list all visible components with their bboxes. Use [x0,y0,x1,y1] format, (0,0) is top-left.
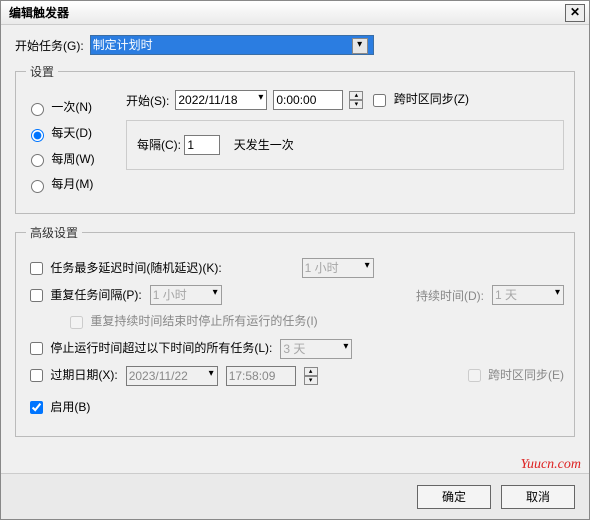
start-date-input[interactable] [175,90,267,110]
expire-time-input[interactable] [226,366,296,386]
stop-at-end-checkbox: 重复持续时间结束时停止所有运行的任务(I) [66,312,318,331]
expire-tz-checkbox: 跨时区同步(E) [464,366,564,385]
begin-task-label: 开始任务(G): [15,37,84,54]
start-label: 开始(S): [126,92,169,109]
settings-group: 设置 一次(N) 每天(D) 每周(W) 每月(M) 开始(S): ▴▾ 跨时区… [15,63,575,214]
ok-button[interactable]: 确定 [417,485,491,509]
repeat-checkbox[interactable]: 重复任务间隔(P): [26,286,142,305]
repeat-select[interactable]: 1 小时 [150,285,222,305]
settings-legend: 设置 [26,63,58,80]
delay-select[interactable]: 1 小时 [302,258,374,278]
stop-long-select[interactable]: 3 天 [280,339,352,359]
close-button[interactable]: ✕ [565,4,585,22]
duration-label: 持续时间(D): [416,287,484,304]
time-spinner[interactable]: ▴▾ [349,91,363,109]
dialog-window: 编辑触发器 ✕ 开始任务(G): 制定计划时 设置 一次(N) 每天(D) 每周… [0,0,590,520]
window-title: 编辑触发器 [5,4,565,21]
recur-label: 每隔(C): [137,138,181,152]
stop-long-checkbox[interactable]: 停止运行时间超过以下时间的所有任务(L): [26,339,272,358]
advanced-group: 高级设置 任务最多延迟时间(随机延迟)(K): 1 小时 重复任务间隔(P): … [15,224,575,437]
recur-box: 每隔(C): 天发生一次 [126,120,564,170]
recur-value-input[interactable] [184,135,220,155]
start-time-input[interactable] [273,90,343,110]
advanced-legend: 高级设置 [26,224,82,241]
enabled-checkbox[interactable]: 启用(B) [26,398,90,417]
radio-once[interactable]: 一次(N) [26,98,114,116]
expire-spinner[interactable]: ▴▾ [304,367,318,385]
radio-daily[interactable]: 每天(D) [26,124,114,142]
duration-select[interactable]: 1 天 [492,285,564,305]
radio-monthly[interactable]: 每月(M) [26,175,114,193]
cancel-button[interactable]: 取消 [501,485,575,509]
expire-checkbox[interactable]: 过期日期(X): [26,366,118,385]
tz-sync-checkbox[interactable]: 跨时区同步(Z) [369,90,469,109]
delay-checkbox[interactable]: 任务最多延迟时间(随机延迟)(K): [26,259,222,278]
title-bar: 编辑触发器 ✕ [1,1,589,25]
expire-date-input[interactable] [126,366,218,386]
recur-suffix: 天发生一次 [234,138,294,152]
radio-weekly[interactable]: 每周(W) [26,150,114,168]
begin-task-select[interactable]: 制定计划时 [90,35,374,55]
watermark-text: Yuucn.com [520,457,581,473]
dialog-footer: 确定 取消 [1,473,589,519]
